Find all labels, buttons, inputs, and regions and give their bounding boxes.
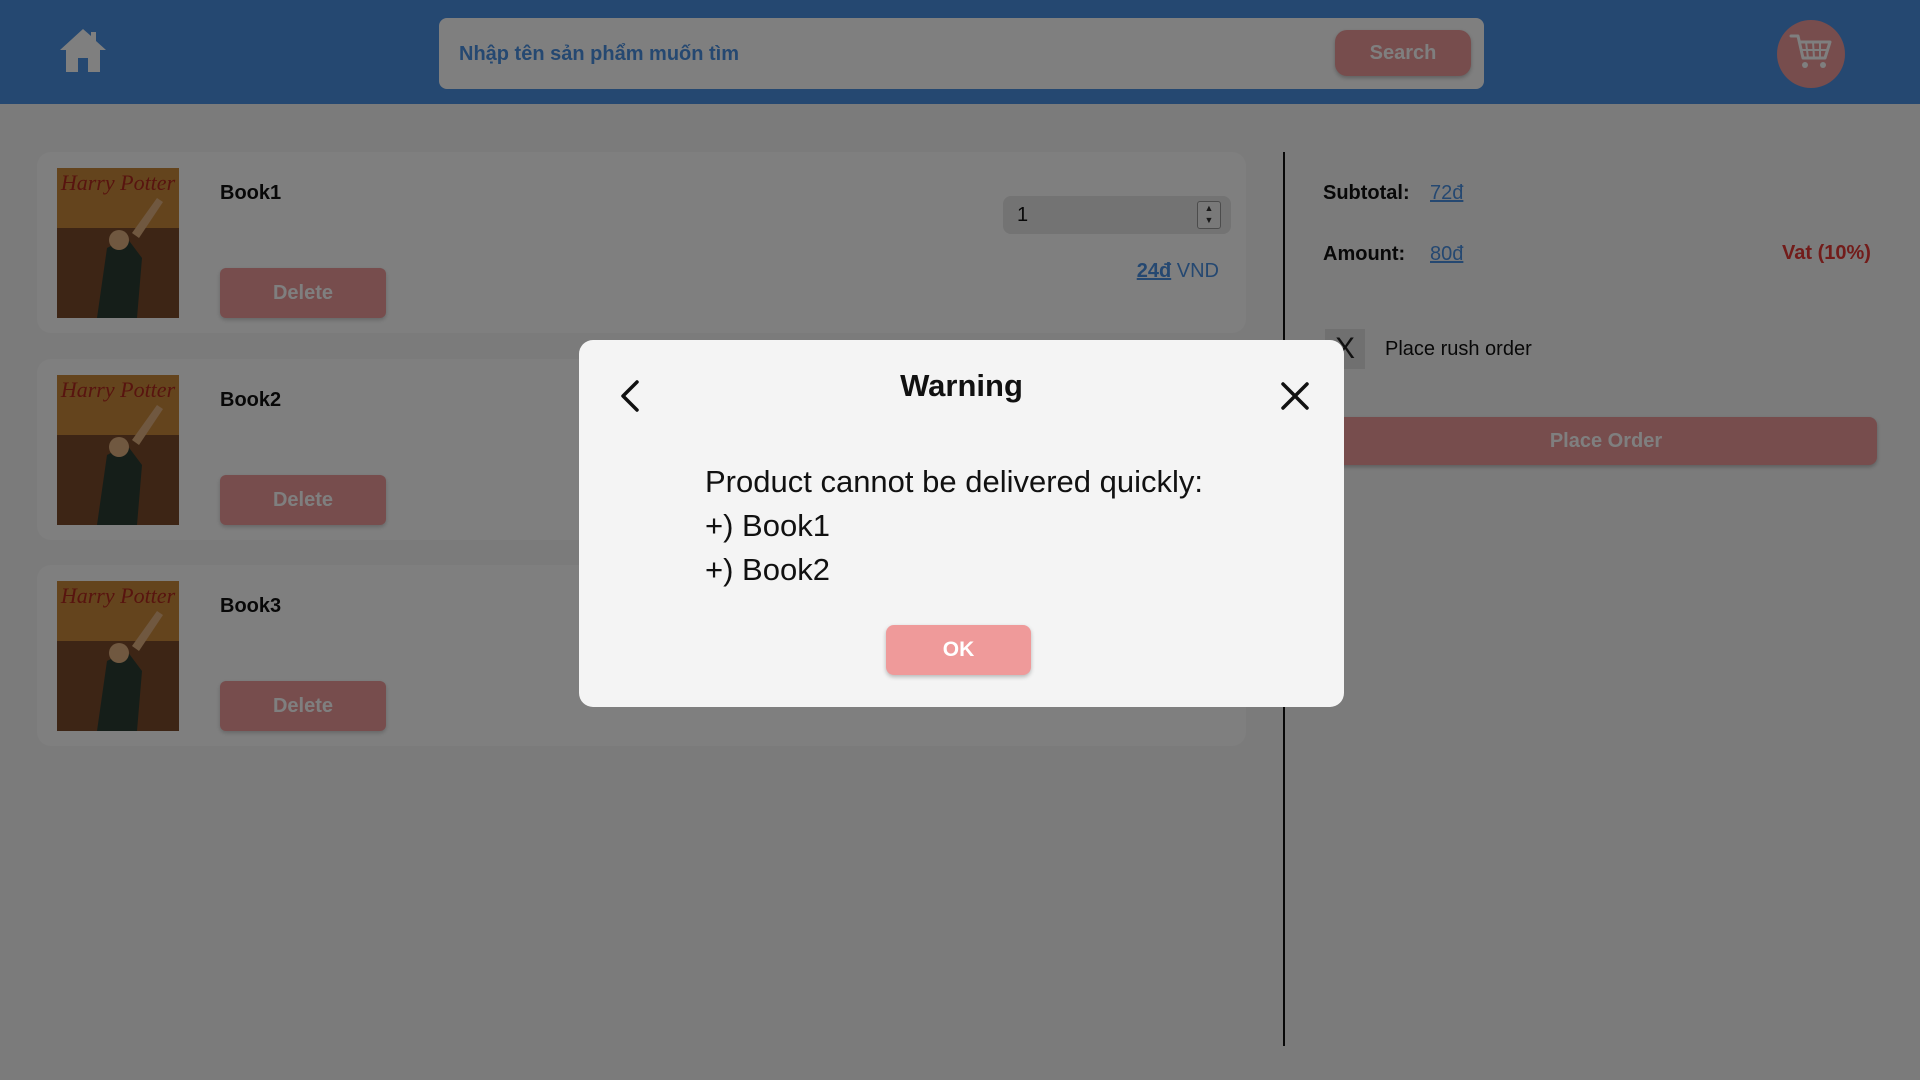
dialog-list-item: +) Book2	[705, 552, 830, 587]
warning-dialog: Warning Product cannot be delivered quic…	[579, 340, 1344, 707]
dialog-title: Warning	[900, 368, 1023, 403]
close-icon[interactable]	[1276, 376, 1314, 416]
dialog-message: Product cannot be delivered quickly: +) …	[705, 460, 1203, 592]
dialog-message-text: Product cannot be delivered quickly:	[705, 464, 1204, 499]
ok-button[interactable]: OK	[886, 625, 1031, 675]
dialog-list-item: +) Book1	[705, 508, 830, 543]
